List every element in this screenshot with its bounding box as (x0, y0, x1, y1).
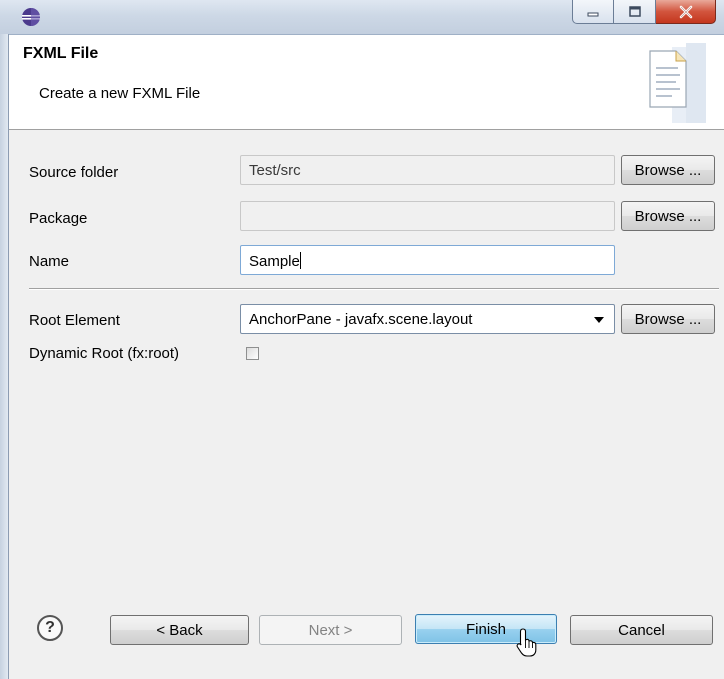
help-icon[interactable]: ? (37, 615, 63, 641)
new-file-wizard-icon (649, 43, 706, 123)
dropdown-arrow-icon[interactable] (594, 317, 604, 323)
package-browse-button[interactable]: Browse ... (621, 201, 715, 231)
root-element-browse-button[interactable]: Browse ... (621, 304, 715, 334)
page-title: FXML File (23, 45, 99, 62)
name-field-value: Sample (249, 253, 300, 270)
name-label: Name (29, 253, 70, 270)
title-bar[interactable] (0, 0, 724, 35)
close-button[interactable] (656, 0, 716, 24)
source-folder-label: Source folder (29, 164, 119, 181)
mouse-cursor-icon (516, 628, 537, 657)
text-caret (299, 252, 301, 269)
next-button[interactable]: Next > (259, 615, 402, 645)
wizard-content: Source folder Test/src Browse ... Packag… (9, 130, 724, 679)
maximize-icon (628, 5, 641, 17)
page-description: Create a new FXML File (39, 85, 201, 102)
source-folder-browse-button[interactable]: Browse ... (621, 155, 715, 185)
separator (29, 288, 719, 290)
name-field[interactable]: Sample (240, 245, 615, 275)
back-button[interactable]: < Back (110, 615, 249, 645)
root-element-label: Root Element (29, 312, 120, 329)
root-element-select[interactable]: AnchorPane - javafx.scene.layout (240, 304, 615, 334)
wizard-window: FXML File Create a new FXML File Source … (0, 0, 724, 679)
root-element-selected-value: AnchorPane - javafx.scene.layout (249, 311, 473, 328)
close-icon (679, 5, 692, 18)
cancel-button[interactable]: Cancel (570, 615, 713, 645)
source-folder-field[interactable]: Test/src (240, 155, 615, 185)
minimize-icon (587, 12, 599, 16)
minimize-button[interactable] (572, 0, 614, 24)
window-frame (0, 34, 9, 679)
wizard-header: FXML File Create a new FXML File (9, 35, 724, 130)
package-label: Package (29, 210, 88, 227)
package-field[interactable] (240, 201, 615, 231)
dynamic-root-checkbox[interactable] (246, 347, 259, 360)
dynamic-root-label: Dynamic Root (fx:root) (29, 345, 180, 362)
maximize-button[interactable] (614, 0, 656, 24)
eclipse-icon (22, 8, 40, 26)
